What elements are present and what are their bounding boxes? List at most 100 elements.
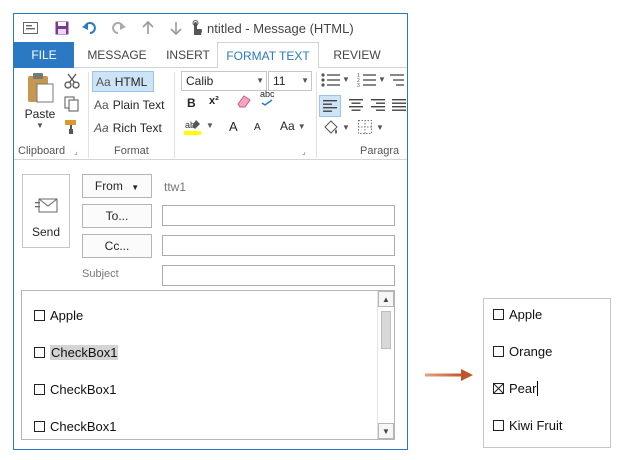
checkbox[interactable]	[34, 347, 45, 358]
copy-icon[interactable]	[64, 96, 80, 112]
paste-label: Paste	[24, 107, 56, 121]
cc-field[interactable]	[162, 235, 395, 256]
cc-button[interactable]: Cc...	[82, 234, 152, 258]
tab-message[interactable]: MESSAGE	[82, 42, 152, 68]
subscript-label: abc	[260, 89, 275, 99]
checkbox-label: Orange	[509, 344, 553, 359]
cut-icon[interactable]	[64, 73, 80, 89]
touch-icon[interactable]	[186, 18, 206, 38]
undo-icon[interactable]	[80, 18, 100, 38]
checkbox-label: CheckBox1	[50, 345, 119, 360]
redo-icon[interactable]	[108, 18, 128, 38]
result-checkbox-row: Pear	[493, 381, 539, 396]
result-panel: Apple Orange Pear Kiwi Fruit	[483, 298, 611, 448]
scroll-thumb[interactable]	[381, 311, 391, 349]
checkbox-label: CheckBox1	[50, 382, 117, 397]
group-separator	[88, 72, 89, 158]
send-envelope-icon	[35, 195, 59, 215]
up-arrow-icon[interactable]	[138, 18, 158, 38]
clipboard-group-label: Clipboard	[18, 145, 66, 157]
subject-field[interactable]	[162, 265, 395, 286]
align-right-icon[interactable]	[371, 99, 385, 111]
checkbox[interactable]	[34, 384, 45, 395]
checkbox[interactable]	[493, 346, 504, 357]
plain-text-button[interactable]: Aa Plain Text	[94, 95, 165, 115]
checked-checkbox[interactable]	[493, 383, 504, 394]
message-body[interactable]: Apple CheckBox1 CheckBox1 CheckBox1 ▲ ▼	[21, 290, 395, 440]
tab-file[interactable]: FILE	[14, 42, 74, 68]
chevron-down-icon[interactable]: ▼	[376, 123, 384, 132]
from-button[interactable]: From ▼	[82, 174, 152, 198]
tab-format-text[interactable]: FORMAT TEXT	[217, 42, 319, 69]
scroll-down-icon[interactable]: ▼	[378, 423, 394, 439]
checkbox[interactable]	[34, 310, 45, 321]
mail-icon[interactable]	[20, 18, 40, 38]
window-title: ntitled - Message (HTML)	[207, 21, 354, 36]
html-label: HTML	[114, 74, 148, 89]
clear-formatting-icon[interactable]	[236, 94, 252, 108]
checkbox[interactable]	[493, 309, 504, 320]
html-format-button[interactable]: Aa HTML	[92, 71, 154, 92]
chevron-down-icon[interactable]: ▼	[342, 75, 350, 84]
chevron-down-icon: ▼	[36, 121, 44, 130]
highlight-color-icon[interactable]: ab	[184, 118, 204, 136]
clipboard-icon	[25, 72, 55, 104]
shading-icon[interactable]	[322, 120, 340, 136]
format-painter-icon[interactable]	[64, 119, 80, 135]
dialog-launcher-icon[interactable]: ⌟	[302, 147, 306, 156]
align-left-icon[interactable]	[319, 95, 341, 117]
superscript-button[interactable]: x²	[209, 95, 219, 107]
result-checkbox-row: Orange	[493, 344, 552, 359]
scroll-up-icon[interactable]: ▲	[378, 291, 394, 307]
chevron-down-icon: ▼	[297, 121, 306, 131]
result-checkbox-row: Apple	[493, 307, 542, 322]
checkbox-label: CheckBox1	[50, 419, 117, 434]
outlook-message-window: ntitled - Message (HTML) FILE MESSAGE IN…	[13, 13, 408, 450]
numbering-icon[interactable]: 123	[357, 73, 377, 87]
checkbox-label: Apple	[50, 308, 84, 323]
justify-icon[interactable]	[392, 99, 406, 111]
chevron-down-icon: ▼	[301, 76, 309, 85]
align-center-icon[interactable]	[349, 99, 363, 111]
send-label: Send	[31, 225, 61, 239]
chevron-down-icon[interactable]: ▼	[378, 75, 386, 84]
down-arrow-icon[interactable]	[166, 18, 186, 38]
font-size-combo[interactable]: 11 ▼	[268, 71, 312, 91]
send-button[interactable]: Send	[22, 174, 70, 248]
multilevel-list-icon[interactable]	[390, 73, 404, 87]
dialog-launcher-icon[interactable]: ⌟	[74, 147, 78, 156]
paste-button[interactable]: Paste ▼	[22, 72, 58, 134]
text-effects-button[interactable]: abc	[260, 90, 275, 106]
font-size-value: 11	[273, 74, 286, 88]
to-button[interactable]: To...	[82, 204, 152, 228]
bullets-icon[interactable]	[321, 73, 341, 87]
to-field[interactable]	[162, 205, 395, 226]
change-case-label: Aa	[280, 119, 295, 133]
text-cursor	[537, 381, 539, 396]
from-value: ttw1	[164, 180, 187, 194]
rich-text-button[interactable]: Aa Rich Text	[94, 118, 162, 138]
chevron-down-icon[interactable]: ▼	[206, 121, 214, 130]
svg-text:3: 3	[357, 83, 360, 87]
from-label: From	[94, 179, 123, 193]
tab-review[interactable]: REVIEW	[328, 42, 386, 68]
change-case-button[interactable]: Aa ▼	[280, 119, 306, 133]
font-name-combo[interactable]: Calib ▼	[181, 71, 267, 91]
checkbox[interactable]	[34, 421, 45, 432]
chevron-down-icon: ▼	[256, 76, 264, 85]
vertical-scrollbar[interactable]: ▲ ▼	[377, 291, 394, 439]
checkbox-label: Kiwi Fruit	[509, 418, 563, 433]
checkbox[interactable]	[493, 420, 504, 431]
bold-button[interactable]: B	[187, 96, 196, 110]
chevron-down-icon[interactable]: ▼	[342, 123, 350, 132]
quick-access-toolbar: ntitled - Message (HTML)	[14, 14, 407, 42]
format-group-label: Format	[114, 145, 149, 157]
shrink-font-button[interactable]: A	[254, 122, 261, 133]
borders-icon[interactable]	[358, 120, 372, 134]
paragraph-group-label: Paragra	[360, 145, 400, 157]
tab-insert[interactable]: INSERT	[160, 42, 216, 68]
checkbox-label: Pear	[509, 381, 537, 396]
grow-font-button[interactable]: A	[229, 119, 238, 134]
save-icon[interactable]	[52, 18, 72, 38]
chevron-down-icon: ▼	[131, 183, 140, 192]
